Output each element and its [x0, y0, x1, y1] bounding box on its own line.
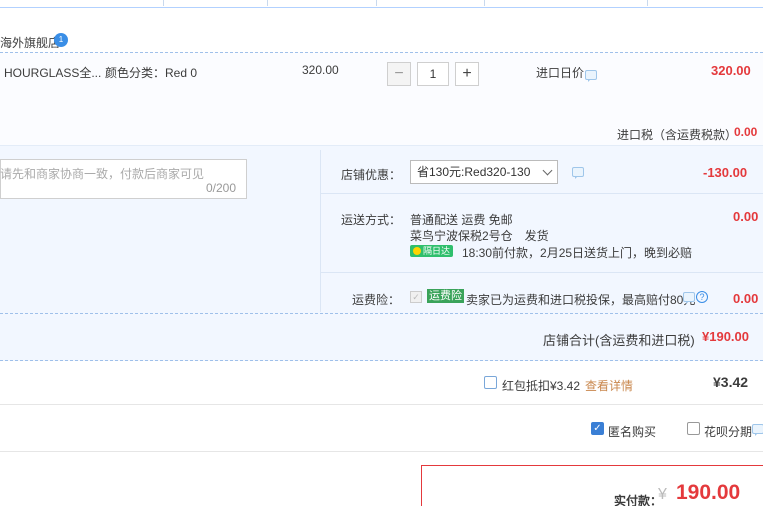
anonymous-label: 匿名购买 [608, 425, 657, 439]
buyer-note-placeholder: 请先和商家协商一致，付款后商家可见 [0, 167, 205, 181]
quantity-minus-button[interactable]: − [387, 62, 411, 86]
import-tax-value: 0.00 [734, 125, 758, 139]
tooltip-chat-icon[interactable] [585, 70, 597, 82]
coupon-chat-icon[interactable] [572, 167, 584, 179]
redpacket-label: 红包抵扣¥3.42 [502, 379, 581, 393]
import-tax-label: 进口税（含运费税款） [617, 128, 738, 142]
shipping-fee-value: 0.00 [733, 209, 759, 224]
buyer-note-counter: 0/200 [206, 181, 237, 195]
delivery-promise: 18:30前付款，2月25日送货上门，晚到必赔 [462, 246, 693, 260]
row-separator [320, 193, 763, 194]
panel-divider [320, 150, 321, 312]
redpacket-checkbox[interactable] [484, 376, 497, 389]
item-subtotal: 320.00 [711, 63, 751, 78]
item-attribute: 颜色分类：Red 0 [105, 66, 198, 80]
store-name-link[interactable]: 海外旗舰店 [0, 34, 60, 51]
insurance-checkbox[interactable]: ✓ [410, 291, 422, 303]
redpacket-value: ¥3.42 [713, 374, 749, 390]
header-divider [647, 0, 648, 6]
huabei-label: 花呗分期 [704, 425, 753, 439]
insurance-tag: 运费险 [427, 289, 464, 303]
item-title-link[interactable]: HOURGLASS全... [4, 64, 101, 81]
header-divider [163, 0, 164, 6]
quantity-input[interactable]: 1 [417, 62, 449, 86]
insurance-label: 运费险： [352, 293, 401, 307]
next-day-badge-text: 隔日达 [423, 246, 451, 256]
row-separator [0, 404, 763, 405]
insurance-value: 0.00 [733, 291, 759, 306]
huabei-checkbox[interactable] [687, 422, 700, 435]
help-icon[interactable]: ? [696, 291, 708, 303]
coupon-select[interactable]: 省130元:Red320-130 [410, 160, 558, 184]
header-divider [376, 0, 377, 6]
quantity-plus-button[interactable]: + [455, 62, 479, 86]
next-day-badge: 隔日达 [410, 245, 454, 257]
coupon-discount-value: -130.00 [703, 165, 748, 180]
table-header-strip [0, 0, 763, 8]
quantity-stepper: − 1 + [387, 62, 479, 88]
redpacket-details-link[interactable]: 查看详情 [585, 377, 633, 394]
store-badge-icon[interactable]: 1 [54, 33, 68, 47]
payment-label: 实付款： [614, 494, 663, 506]
insurance-description: 卖家已为运费和进口税投保，最高赔付80元 [466, 293, 696, 307]
coupon-label: 店铺优惠： [341, 168, 402, 182]
insurance-chat-icon[interactable] [683, 292, 695, 304]
shipping-method: 普通配送 运费 免邮 [410, 213, 513, 227]
store-total-value: ¥190.00 [702, 329, 749, 344]
anonymous-checkbox[interactable]: ✓ [591, 422, 604, 435]
import-price-label: 进口日价 [536, 66, 585, 80]
header-divider [484, 0, 485, 6]
payment-currency: ¥ [658, 486, 667, 503]
lightning-icon [413, 247, 421, 255]
chevron-down-icon [542, 165, 553, 176]
row-separator [0, 451, 763, 452]
coupon-selected-value: 省130元:Red320-130 [417, 165, 531, 179]
shipping-warehouse: 菜鸟宁波保税2号仓 发货 [410, 229, 549, 243]
shipping-label: 运送方式： [341, 213, 402, 227]
row-separator [320, 272, 763, 273]
store-total-label: 店铺合计(含运费和进口税) [543, 333, 695, 348]
header-divider [267, 0, 268, 6]
payment-amount: 190.00 [676, 481, 741, 504]
huabei-chat-icon[interactable] [752, 424, 763, 436]
item-unit-price: 320.00 [302, 63, 339, 77]
